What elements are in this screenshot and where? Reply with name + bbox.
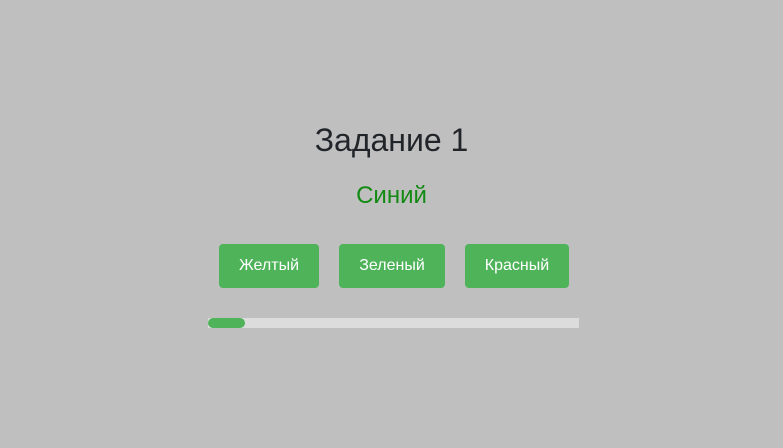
progress-bar-fill [208,318,246,328]
color-word: Синий [356,182,427,209]
progress-bar [208,318,579,328]
answer-button-green[interactable]: Зеленый [339,244,445,288]
answer-button-yellow[interactable]: Желтый [219,244,319,288]
task-title: Задание 1 [314,122,469,158]
answer-button-red[interactable]: Красный [465,244,569,288]
